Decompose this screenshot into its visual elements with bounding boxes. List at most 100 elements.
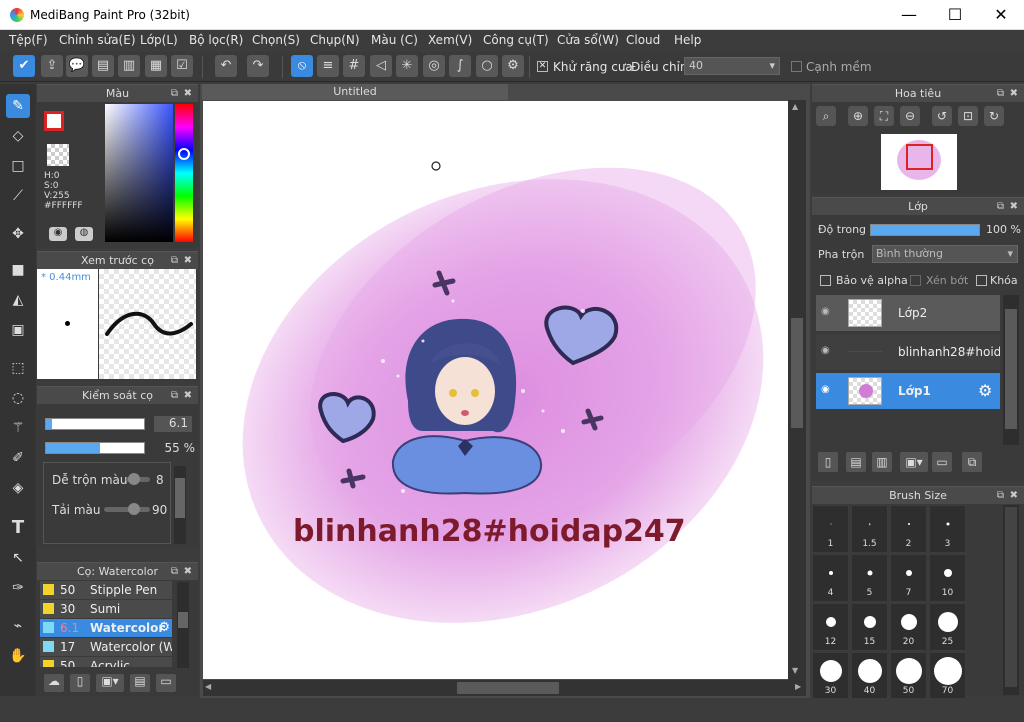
concentric-snap-icon[interactable]: ◎	[423, 55, 445, 77]
comment-icon[interactable]: ▤	[92, 55, 114, 77]
checklist-icon[interactable]: ☑	[171, 55, 193, 77]
rotate-right-icon[interactable]: ↻	[984, 106, 1004, 126]
brush-size-slider[interactable]	[45, 418, 145, 430]
brush-size-cell[interactable]: 12	[812, 603, 849, 651]
redo-icon[interactable]: ↷	[247, 55, 269, 77]
radial-snap-icon[interactable]: ✳	[396, 55, 418, 77]
hue-knob[interactable]	[178, 147, 190, 160]
close-icon[interactable]: ✖	[184, 563, 192, 580]
scroll-thumb[interactable]	[1005, 507, 1017, 687]
brush-item[interactable]: 17 Watercolor (We	[40, 638, 172, 656]
clipping-checkbox[interactable]	[910, 275, 921, 286]
fit-view-icon[interactable]: ⛶	[874, 106, 894, 126]
menu-select[interactable]: Chọn(S)	[252, 33, 300, 47]
page-icon[interactable]: ▥	[118, 55, 140, 77]
scroll-thumb[interactable]	[791, 318, 803, 428]
close-button[interactable]: ✕	[978, 0, 1024, 30]
layer-row[interactable]: ◉ Lớp2	[816, 295, 1000, 331]
add-layer-menu-icon[interactable]: ▣▾	[900, 452, 928, 472]
scroll-up-icon[interactable]: ▲	[792, 102, 798, 111]
float-icon[interactable]: ⧉	[171, 563, 178, 580]
blend-slider[interactable]	[126, 473, 150, 485]
brush-settings-icon[interactable]: ▤	[130, 674, 150, 692]
brush-size-cell[interactable]: 15	[851, 603, 888, 651]
brush-size-cell[interactable]: 1	[812, 505, 849, 553]
eye-icon[interactable]: ◉	[821, 306, 830, 317]
scroll-right-icon[interactable]: ▶	[795, 682, 801, 691]
add-brush-icon[interactable]: ▣▾	[96, 674, 124, 692]
new-halftone-layer-icon[interactable]: ▤	[846, 452, 866, 472]
scroll-thumb[interactable]	[1005, 309, 1017, 429]
primary-color-swatch[interactable]	[44, 111, 64, 131]
zoom-search-icon[interactable]: ⌕	[816, 106, 836, 126]
brush-size-cell[interactable]: 40	[851, 652, 888, 700]
select-eraser-tool-icon[interactable]: ◈	[6, 476, 30, 500]
eye-icon[interactable]: ◉	[821, 345, 830, 356]
brush-tool-icon[interactable]: ✎	[6, 94, 30, 118]
menu-tools[interactable]: Công cụ(T)	[483, 33, 549, 47]
float-icon[interactable]: ⧉	[997, 198, 1004, 215]
brush-size-cell[interactable]: 4	[812, 554, 849, 602]
brush-item[interactable]: 50 Stipple Pen	[40, 581, 172, 599]
speech-bubble-icon[interactable]: 💬	[66, 55, 88, 77]
float-icon[interactable]: ⧉	[997, 85, 1004, 102]
curve-snap-icon[interactable]: ∫	[449, 55, 471, 77]
canvas-horizontal-scrollbar[interactable]: ◀ ▶	[203, 680, 806, 696]
navigator-thumbnail[interactable]	[881, 134, 957, 190]
brush-item-selected[interactable]: 6.1 Watercolor ⚙	[40, 619, 172, 637]
menu-help[interactable]: Help	[674, 33, 701, 47]
zoom-out-icon[interactable]: ⊖	[900, 106, 920, 126]
snap-off-icon[interactable]: ⦸	[291, 55, 313, 77]
drawing-canvas[interactable]: blinhanh28#hoidap247	[203, 101, 788, 679]
bucket-tool-icon[interactable]: ◭	[6, 288, 30, 312]
text-tool-icon[interactable]: T	[6, 516, 30, 540]
brush-item[interactable]: 50 Acrylic	[40, 657, 172, 667]
minimize-button[interactable]: —	[886, 0, 932, 30]
brush-size-cell[interactable]: 7	[890, 554, 927, 602]
layer-opacity-slider[interactable]	[870, 224, 980, 236]
load-slider[interactable]	[104, 503, 150, 515]
maximize-button[interactable]: ☐	[932, 0, 978, 30]
brush-size-cell[interactable]: 25	[929, 603, 966, 651]
brush-size-cell[interactable]: 50	[890, 652, 927, 700]
antialias-checkbox[interactable]: ✕	[537, 61, 548, 72]
scroll-down-icon[interactable]: ▼	[792, 666, 798, 675]
load-knob[interactable]	[128, 503, 140, 515]
circle-snap-icon[interactable]: ○	[476, 55, 498, 77]
brush-opacity-slider[interactable]	[45, 442, 145, 454]
layer-row-selected[interactable]: ◉ Lớp1 ⚙	[816, 373, 1000, 409]
float-icon[interactable]: ⧉	[997, 487, 1004, 504]
brush-size-cell[interactable]: 5	[851, 554, 888, 602]
hue-bar[interactable]	[175, 104, 193, 242]
shape-fill-tool-icon[interactable]: ■	[6, 258, 30, 282]
undo-icon[interactable]: ↶	[215, 55, 237, 77]
parallel-snap-icon[interactable]: ≡	[317, 55, 339, 77]
grid-snap-icon[interactable]: #	[343, 55, 365, 77]
palette-icon[interactable]: ◉	[49, 227, 67, 241]
adjust-combo[interactable]: 40 ▾	[684, 57, 780, 75]
protect-alpha-checkbox[interactable]	[820, 275, 831, 286]
menu-color[interactable]: Màu (C)	[371, 33, 418, 47]
brush-size-scrollbar[interactable]	[1003, 505, 1019, 695]
close-icon[interactable]: ✖	[1010, 85, 1018, 102]
color-wheel-icon[interactable]: ◍	[75, 227, 93, 241]
menu-cloud[interactable]: Cloud	[626, 33, 660, 47]
menu-view[interactable]: Xem(V)	[428, 33, 472, 47]
gradient-tool-icon[interactable]: ▣	[6, 318, 30, 342]
brush-size-cell[interactable]: 3	[929, 505, 966, 553]
brush-size-cell[interactable]: 30	[812, 652, 849, 700]
saturation-value-picker[interactable]	[105, 104, 173, 242]
menu-filter[interactable]: Bộ lọc(R)	[189, 33, 243, 47]
brush-size-cell[interactable]: 10	[929, 554, 966, 602]
cloud-brush-icon[interactable]: ☁	[44, 674, 64, 692]
folder-icon[interactable]: ▭	[932, 452, 952, 472]
brush-size-cell[interactable]: 20	[890, 603, 927, 651]
gear-icon[interactable]: ⚙	[978, 381, 992, 400]
menu-snap[interactable]: Chụp(N)	[310, 33, 360, 47]
menu-window[interactable]: Cửa sổ(W)	[557, 33, 619, 47]
menu-layer[interactable]: Lớp(L)	[140, 33, 178, 47]
tab-untitled[interactable]: Untitled	[202, 84, 508, 100]
brush-size-cell[interactable]: 1.5	[851, 505, 888, 553]
duplicate-layer-icon[interactable]: ⧉	[962, 452, 982, 472]
brush-list-scrollbar[interactable]	[177, 582, 189, 668]
